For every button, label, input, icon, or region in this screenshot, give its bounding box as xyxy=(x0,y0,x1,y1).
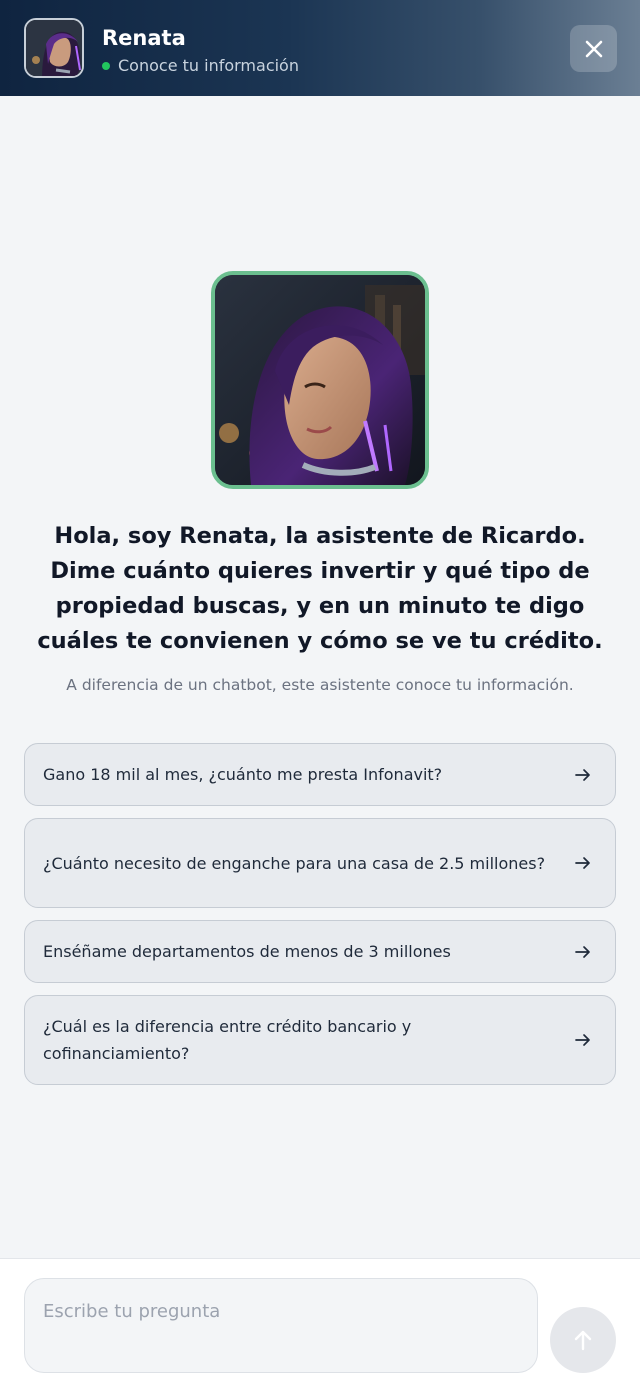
suggestion-text: Gano 18 mil al mes, ¿cuánto me presta In… xyxy=(43,765,443,784)
composer-bar xyxy=(0,1258,640,1391)
suggestion-button[interactable]: Enséñame departamentos de menos de 3 mil… xyxy=(24,920,616,983)
arrow-right-icon xyxy=(575,857,590,869)
welcome-subtext: A diferencia de un chatbot, este asisten… xyxy=(66,676,574,694)
send-button[interactable] xyxy=(550,1307,616,1373)
assistant-avatar-large xyxy=(211,271,429,489)
online-status-dot xyxy=(102,61,110,70)
assistant-status: Conoce tu información xyxy=(102,56,299,75)
assistant-name: Renata xyxy=(102,26,186,50)
arrow-right-icon xyxy=(575,945,590,958)
message-input[interactable] xyxy=(43,1301,519,1350)
welcome-headline: Hola, soy Renata, la asistente de Ricard… xyxy=(37,523,603,654)
close-button[interactable] xyxy=(570,25,617,72)
suggestion-button[interactable]: Gano 18 mil al mes, ¿cuánto me presta In… xyxy=(24,743,616,806)
close-icon xyxy=(585,40,602,57)
suggestion-text: Enséñame departamentos de menos de 3 mil… xyxy=(43,942,451,961)
assistant-avatar-small xyxy=(24,18,84,78)
arrow-right-icon xyxy=(575,1034,590,1046)
message-input-container xyxy=(24,1278,538,1373)
portrait-image xyxy=(215,275,425,485)
suggestion-button[interactable]: ¿Cuánto necesito de enganche para una ca… xyxy=(24,818,616,908)
suggestion-button[interactable]: ¿Cuál es la diferencia entre crédito ban… xyxy=(24,995,616,1085)
chat-header: Renata Conoce tu información xyxy=(0,0,640,96)
chat-window: Renata Conoce tu información Hola, soy R… xyxy=(0,0,640,1391)
arrow-up-icon xyxy=(574,1330,592,1351)
suggestion-text: ¿Cuál es la diferencia entre crédito ban… xyxy=(43,1017,412,1063)
status-text: Conoce tu información xyxy=(118,56,299,75)
arrow-right-icon xyxy=(575,768,590,781)
suggestion-text: ¿Cuánto necesito de enganche para una ca… xyxy=(43,853,546,873)
portrait-image xyxy=(26,20,82,76)
